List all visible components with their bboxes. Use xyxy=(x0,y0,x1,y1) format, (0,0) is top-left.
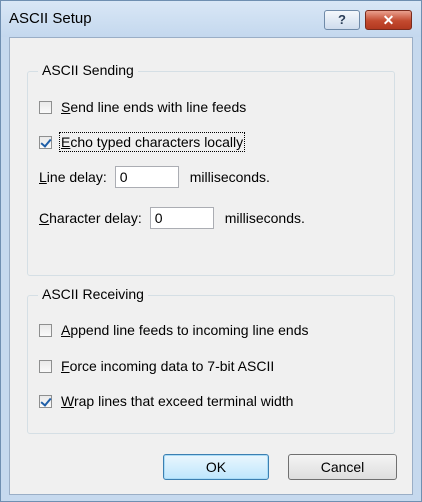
ascii-setup-dialog: ASCII Setup ? ✕ ASCII Sending Send line … xyxy=(0,0,422,502)
send-line-ends-checkbox[interactable] xyxy=(39,100,52,114)
line-delay-unit: milliseconds. xyxy=(189,169,270,185)
line-delay-input[interactable] xyxy=(114,166,179,188)
title-bar[interactable]: ASCII Setup ? ✕ xyxy=(1,1,421,37)
append-line-feeds-checkbox-row[interactable]: Append line feeds to incoming line ends xyxy=(39,320,309,340)
character-delay-label: Character delay: xyxy=(39,210,142,226)
character-delay-row: Character delay: milliseconds. xyxy=(39,206,305,230)
ascii-receiving-group: ASCII Receiving Append line feeds to inc… xyxy=(27,286,395,434)
line-delay-label: Line delay: xyxy=(39,169,107,185)
wrap-lines-checkbox[interactable] xyxy=(39,394,52,408)
force-7bit-label[interactable]: Force incoming data to 7-bit ASCII xyxy=(61,358,274,374)
dialog-title: ASCII Setup xyxy=(9,10,92,27)
character-delay-input[interactable] xyxy=(149,207,214,229)
ascii-receiving-legend: ASCII Receiving xyxy=(38,286,148,302)
force-7bit-checkbox[interactable] xyxy=(39,359,52,373)
ascii-sending-legend: ASCII Sending xyxy=(38,62,138,78)
append-line-feeds-label[interactable]: Append line feeds to incoming line ends xyxy=(61,322,309,338)
cancel-button[interactable]: Cancel xyxy=(288,454,397,480)
send-line-ends-label[interactable]: Send line ends with line feeds xyxy=(61,99,246,115)
close-icon: ✕ xyxy=(382,12,395,28)
help-icon: ? xyxy=(338,12,346,27)
line-delay-row: Line delay: milliseconds. xyxy=(39,165,270,189)
send-line-ends-checkbox-row[interactable]: Send line ends with line feeds xyxy=(39,97,246,117)
force-7bit-checkbox-row[interactable]: Force incoming data to 7-bit ASCII xyxy=(39,356,274,376)
dialog-body: ASCII Sending Send line ends with line f… xyxy=(9,37,413,495)
close-button[interactable]: ✕ xyxy=(365,10,412,30)
echo-typed-label[interactable]: Echo typed characters locally xyxy=(58,132,246,152)
echo-typed-checkbox[interactable] xyxy=(39,135,52,149)
character-delay-unit: milliseconds. xyxy=(224,210,305,226)
append-line-feeds-checkbox[interactable] xyxy=(39,323,52,337)
ascii-sending-group: ASCII Sending Send line ends with line f… xyxy=(27,62,395,276)
ok-button[interactable]: OK xyxy=(163,454,269,480)
help-button[interactable]: ? xyxy=(324,10,360,30)
wrap-lines-label[interactable]: Wrap lines that exceed terminal width xyxy=(61,393,293,409)
wrap-lines-checkbox-row[interactable]: Wrap lines that exceed terminal width xyxy=(39,391,293,411)
echo-typed-checkbox-row[interactable]: Echo typed characters locally xyxy=(39,132,246,152)
